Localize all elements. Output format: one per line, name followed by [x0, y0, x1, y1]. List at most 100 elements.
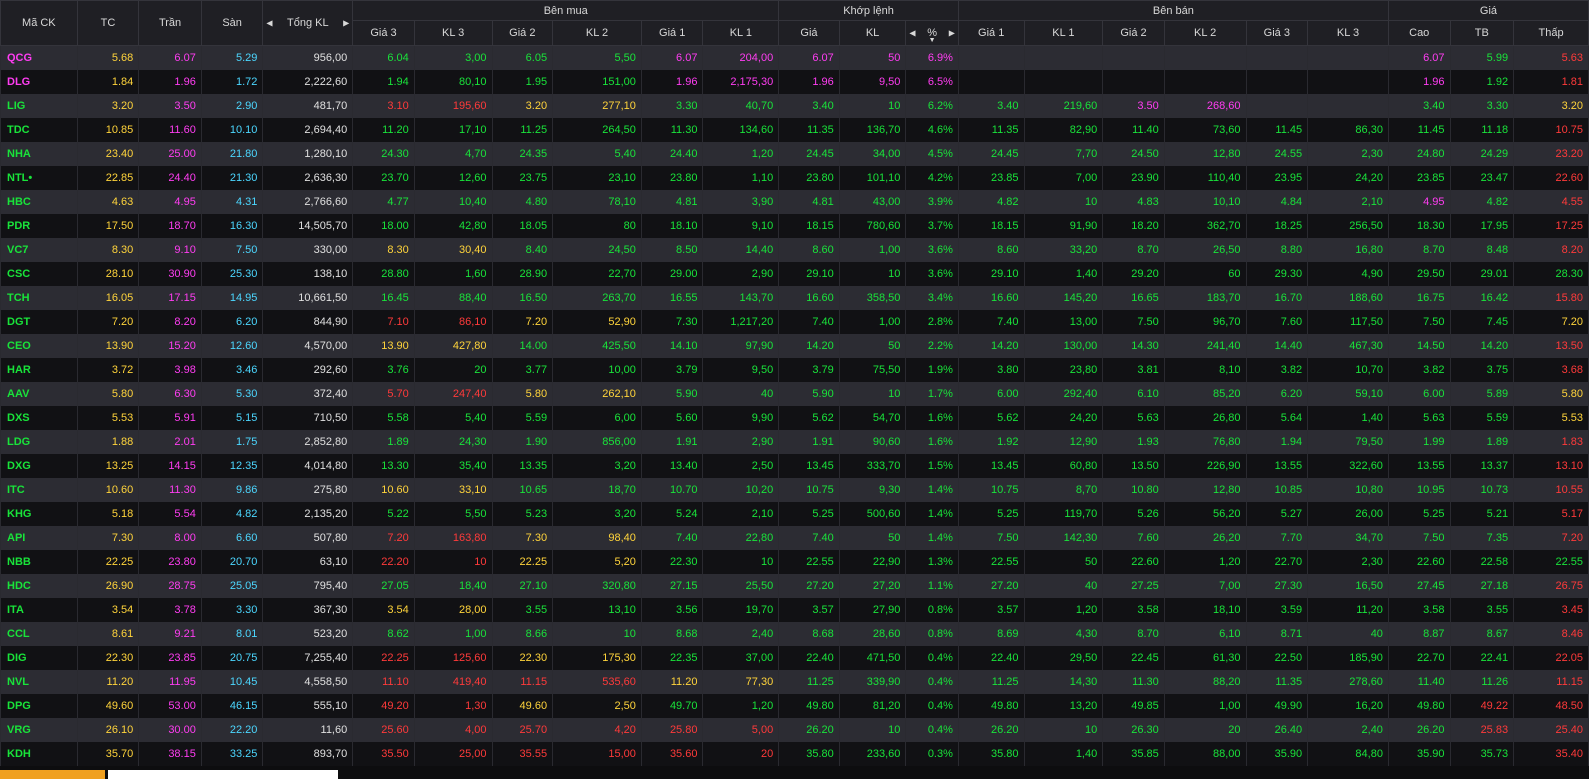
- low-price-cell: 25.40: [1513, 718, 1589, 742]
- col-sell-vol1[interactable]: KL 1: [1023, 20, 1104, 46]
- ask-volume-cell: 26,50: [1163, 238, 1247, 262]
- bid-price-cell: 22.25: [491, 550, 554, 574]
- col-floor[interactable]: Sàn: [200, 0, 264, 46]
- bid-price-cell: 5.80: [491, 382, 554, 406]
- col-ref[interactable]: TC: [76, 0, 140, 46]
- ask-volume-cell: 16,50: [1307, 574, 1389, 598]
- match-change-cell: 1.7%: [905, 382, 959, 406]
- bottom-tab[interactable]: [108, 770, 338, 779]
- col-sell-price2[interactable]: Giá 2: [1102, 20, 1165, 46]
- col-buy-price2[interactable]: Giá 2: [491, 20, 554, 46]
- match-change-cell: 2.2%: [905, 334, 959, 358]
- table-row[interactable]: NVL 11.20 11.95 10.45 4,558,50 11.10 419,40 11.…: [0, 670, 1589, 694]
- col-high[interactable]: Cao: [1387, 20, 1451, 46]
- table-row[interactable]: KDH 35.70 38.15 33.25 893,70 35.50 25,00 35.55 1…: [0, 742, 1589, 766]
- col-ceiling[interactable]: Trần: [138, 0, 202, 46]
- bid-volume-cell: 195,60: [413, 94, 493, 118]
- table-row[interactable]: LIG 3.20 3.50 2.90 481,70 3.10 195,60 3.20 277,1…: [0, 94, 1589, 118]
- col-symbol[interactable]: Mã CK: [0, 0, 78, 46]
- table-row[interactable]: CCL 8.61 9.21 8.01 523,20 8.62 1,00 8.66 10 8.68 2…: [0, 622, 1589, 646]
- col-match-price[interactable]: Giá: [778, 20, 840, 46]
- table-row[interactable]: PDR 17.50 18.70 16.30 14,505,70 18.00 42,80 18.…: [0, 214, 1589, 238]
- caret-left-icon[interactable]: ◀: [909, 29, 915, 38]
- ceiling-price-cell: 38.15: [138, 742, 202, 766]
- table-row[interactable]: ITC 10.60 11.30 9.86 275,80 10.60 33,10 10.65 18…: [0, 478, 1589, 502]
- bid-volume-cell: 35,40: [413, 454, 493, 478]
- table-row[interactable]: NTL• 22.85 24.40 21.30 2,636,30 23.70 12,60 23.…: [0, 166, 1589, 190]
- table-row[interactable]: AAV 5.80 6.30 5.30 372,40 5.70 247,40 5.80 262,1…: [0, 382, 1589, 406]
- match-volume-cell: 1,00: [838, 310, 907, 334]
- table-row[interactable]: LDG 1.88 2.01 1.75 2,852,80 1.89 24,30 1.90 856,…: [0, 430, 1589, 454]
- match-price-cell: 49.80: [778, 694, 840, 718]
- col-avg[interactable]: TB: [1449, 20, 1515, 46]
- col-buy-price3[interactable]: Giá 3: [352, 20, 415, 46]
- ceiling-price-cell: 11.60: [138, 118, 202, 142]
- table-row[interactable]: HAR 3.72 3.98 3.46 292,60 3.76 20 3.77 10,00 3.79…: [0, 358, 1589, 382]
- match-change-cell: 6.9%: [905, 45, 959, 70]
- ask-volume-cell: 56,20: [1163, 502, 1247, 526]
- col-buy-vol1[interactable]: KL 1: [702, 20, 780, 46]
- table-row[interactable]: ITA 3.54 3.78 3.30 367,30 3.54 28,00 3.55 13,10 3…: [0, 598, 1589, 622]
- col-buy-vol3[interactable]: KL 3: [413, 20, 493, 46]
- col-match-vol[interactable]: KL: [838, 20, 907, 46]
- table-row[interactable]: DIG 22.30 23.85 20.75 7,255,40 22.25 125,60 22.…: [0, 646, 1589, 670]
- ask-volume-cell: [1307, 70, 1389, 94]
- col-sell-vol2[interactable]: KL 2: [1163, 20, 1247, 46]
- caret-right-icon[interactable]: ▶: [949, 29, 955, 38]
- bid-volume-cell: 1,20: [702, 694, 780, 718]
- bid-volume-cell: 320,80: [552, 574, 642, 598]
- col-sell-vol3[interactable]: KL 3: [1307, 20, 1389, 46]
- bid-price-cell: 6.04: [352, 45, 415, 70]
- ask-price-cell: 8.60: [957, 238, 1025, 262]
- bid-volume-cell: 143,70: [702, 286, 780, 310]
- table-row[interactable]: CEO 13.90 15.20 12.60 4,570,00 13.90 427,80 14.…: [0, 334, 1589, 358]
- table-row[interactable]: HDC 26.90 28.75 25.05 795,40 27.05 18,40 27.10 3…: [0, 574, 1589, 598]
- col-buy-price1[interactable]: Giá 1: [640, 20, 704, 46]
- table-row[interactable]: CSC 28.10 30.90 25.30 138,10 28.80 1,60 28.90 22…: [0, 262, 1589, 286]
- table-row[interactable]: DXS 5.53 5.91 5.15 710,50 5.58 5,40 5.59 6,00 5.6…: [0, 406, 1589, 430]
- ref-price-cell: 7.20: [76, 310, 140, 334]
- col-buy-vol2[interactable]: KL 2: [552, 20, 642, 46]
- table-row[interactable]: QCG 5.68 6.07 5.29 956,00 6.04 3,00 6.05 5,50 6.0…: [0, 45, 1589, 70]
- bid-volume-cell: 3,20: [552, 454, 642, 478]
- match-change-cell: 1.6%: [905, 406, 959, 430]
- col-match-change[interactable]: ◀ % ▼ ▶: [905, 20, 959, 46]
- symbol-cell: CEO: [0, 334, 78, 358]
- table-row[interactable]: NHA 23.40 25.00 21.80 1,280,10 24.30 4,70 24.35…: [0, 142, 1589, 166]
- sort-desc-icon[interactable]: ▼: [929, 37, 936, 44]
- col-sell-price1[interactable]: Giá 1: [957, 20, 1025, 46]
- ask-price-cell: 49.80: [957, 694, 1025, 718]
- bid-price-cell: 3.77: [491, 358, 554, 382]
- high-price-cell: 4.95: [1387, 190, 1451, 214]
- col-low[interactable]: Thấp: [1513, 20, 1589, 46]
- ask-volume-cell: 84,80: [1307, 742, 1389, 766]
- table-row[interactable]: DPG 49.60 53.00 46.15 555,10 49.20 1,30 49.60 2,…: [0, 694, 1589, 718]
- total-volume-cell: 956,00: [262, 45, 354, 70]
- table-row[interactable]: VRG 26.10 30.00 22.20 11,60 25.60 4,00 25.70 4,2…: [0, 718, 1589, 742]
- bottom-tab-active[interactable]: [0, 770, 105, 779]
- table-row[interactable]: DXG 13.25 14.15 12.35 4,014,80 13.30 35,40 13.3…: [0, 454, 1589, 478]
- match-volume-cell: 9,50: [838, 70, 907, 94]
- table-row[interactable]: VC7 8.30 9.10 7.50 330,00 8.30 30,40 8.40 24,50 8…: [0, 238, 1589, 262]
- bid-price-cell: 11.30: [640, 118, 704, 142]
- high-price-cell: 35.90: [1387, 742, 1451, 766]
- bid-price-cell: 13.40: [640, 454, 704, 478]
- col-total-volume[interactable]: ◀ Tổng KL ▶: [262, 0, 354, 46]
- table-row[interactable]: DLG 1.84 1.96 1.72 2,222,60 1.94 80,10 1.95 151,…: [0, 70, 1589, 94]
- symbol-cell: API: [0, 526, 78, 550]
- table-row[interactable]: API 7.30 8.00 6.60 507,80 7.20 163,80 7.30 98,40…: [0, 526, 1589, 550]
- table-row[interactable]: KHG 5.18 5.54 4.82 2,135,20 5.22 5,50 5.23 3,20 5…: [0, 502, 1589, 526]
- match-price-cell: 5.90: [778, 382, 840, 406]
- table-row[interactable]: NBB 22.25 23.80 20.70 63,10 22.20 10 22.25 5,20 2…: [0, 550, 1589, 574]
- table-row[interactable]: DGT 7.20 8.20 6.20 844,90 7.10 86,10 7.20 52,90 7…: [0, 310, 1589, 334]
- caret-left-icon[interactable]: ◀: [266, 19, 272, 28]
- table-row[interactable]: TCH 16.05 17.15 14.95 10,661,50 16.45 88,40 16.…: [0, 286, 1589, 310]
- bid-volume-cell: 98,40: [552, 526, 642, 550]
- ceiling-price-cell: 11.30: [138, 478, 202, 502]
- avg-price-cell: 8.67: [1449, 622, 1515, 646]
- table-row[interactable]: HBC 4.63 4.95 4.31 2,766,60 4.77 10,40 4.80 78,1…: [0, 190, 1589, 214]
- col-sell-price3[interactable]: Giá 3: [1245, 20, 1309, 46]
- ask-price-cell: 13.45: [957, 454, 1025, 478]
- table-row[interactable]: TDC 10.85 11.60 10.10 2,694,40 11.20 17,10 11.2…: [0, 118, 1589, 142]
- caret-right-icon[interactable]: ▶: [343, 19, 349, 28]
